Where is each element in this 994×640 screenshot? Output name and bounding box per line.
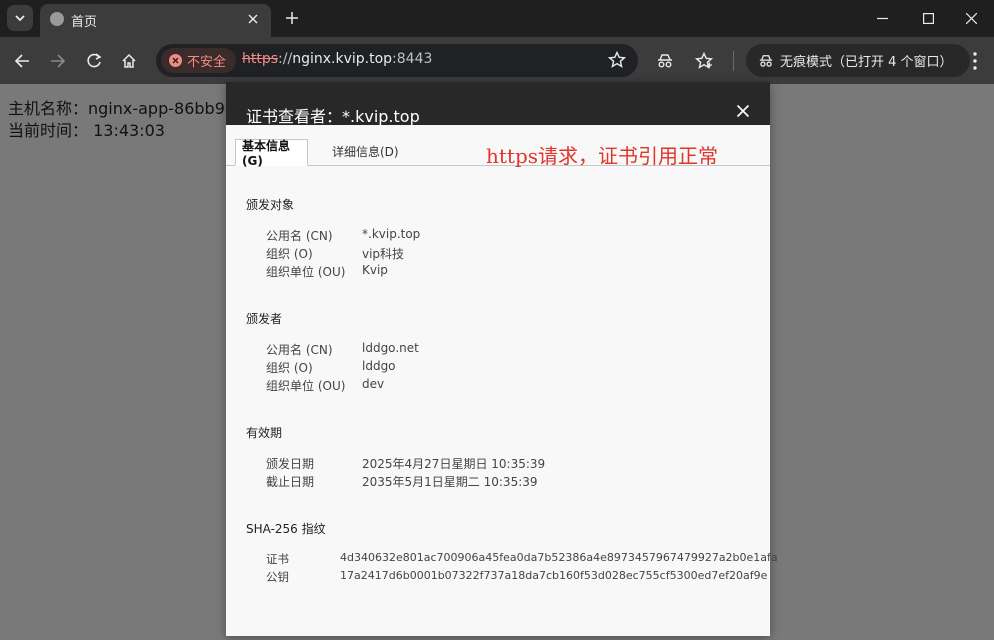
site-info-button[interactable]: 不安全 <box>161 48 237 73</box>
more-icon[interactable] <box>964 50 986 72</box>
validity-heading: 有效期 <box>246 426 283 440</box>
not-secure-label: 不安全 <box>187 55 227 70</box>
dialog-title: 证书查看者：*.kvip.top <box>246 107 420 126</box>
issued-by-o-value: lddgo <box>362 359 396 373</box>
tab-list-icon <box>15 15 25 22</box>
hostname-text: 主机名称：nginx-app-86bb9c <box>8 99 234 118</box>
url-separator: :// <box>278 51 293 67</box>
home-button[interactable] <box>118 50 140 72</box>
annotation-text: https请求，证书引用正常 <box>486 144 719 168</box>
tab-list-button[interactable] <box>7 5 33 31</box>
issued-to-heading: 颁发对象 <box>246 198 295 212</box>
home-icon <box>122 53 136 68</box>
tab-close-button[interactable] <box>245 11 261 27</box>
incognito-extension-button[interactable] <box>654 50 676 72</box>
issued-to-ou-label: 组织单位 (OU) <box>266 265 346 279</box>
minimize-icon <box>876 17 888 19</box>
pubkey-fingerprint-label: 公钥 <box>266 570 289 584</box>
globe-icon <box>50 12 64 26</box>
tab-title: 首页 <box>71 15 98 30</box>
maximize-button[interactable] <box>905 0 951 36</box>
plus-icon <box>286 12 298 24</box>
tab-details[interactable]: 详细信息(D) <box>326 139 405 164</box>
incognito-indicator[interactable]: 无痕模式（已打开 4 个窗口） <box>746 44 970 77</box>
bookmarks-button[interactable] <box>693 50 715 72</box>
tab-home[interactable]: 首页 <box>40 4 271 37</box>
url-text[interactable]: https://nginx.kvip.top:8443 <box>242 51 432 67</box>
minimize-button[interactable] <box>859 0 905 36</box>
url-host: nginx.kvip.top <box>292 51 393 67</box>
issued-to-cn-value: *.kvip.top <box>362 227 421 241</box>
browser-toolbar: 不安全 https://nginx.kvip.top:8443 无痕模式（已打开… <box>0 37 994 84</box>
address-bar[interactable]: 不安全 https://nginx.kvip.top:8443 <box>156 44 638 77</box>
issued-by-cn-value: lddgo.net <box>362 341 419 355</box>
certificate-viewer-dialog: 证书查看者：*.kvip.top 基本信息(G) 详细信息(D) https请求… <box>226 82 778 636</box>
close-window-button[interactable] <box>948 0 994 36</box>
incognito-icon <box>759 54 773 67</box>
cert-fingerprint-label: 证书 <box>266 552 289 566</box>
tab-strip: 首页 <box>0 0 994 37</box>
issued-to-o-value: vip科技 <box>362 247 405 261</box>
issued-by-cn-label: 公用名 (CN) <box>266 343 333 357</box>
issued-on-label: 颁发日期 <box>266 457 315 471</box>
issued-by-o-label: 组织 (O) <box>266 361 313 375</box>
dialog-header: 证书查看者：*.kvip.top <box>226 82 770 126</box>
forward-button[interactable] <box>47 50 69 72</box>
issued-to-cn-label: 公用名 (CN) <box>266 229 333 243</box>
warning-icon <box>169 54 182 67</box>
fingerprints-heading: SHA-256 指纹 <box>246 522 326 536</box>
issued-by-ou-label: 组织单位 (OU) <box>266 379 346 393</box>
issued-to-o-label: 组织 (O) <box>266 247 313 261</box>
issued-to-ou-value: Kvip <box>362 263 388 277</box>
tab-general[interactable]: 基本信息(G) <box>235 139 308 168</box>
issued-on-value: 2025年4月27日星期日 10:35:39 <box>362 457 546 471</box>
new-tab-button[interactable] <box>283 9 301 27</box>
close-icon[interactable] <box>736 104 750 118</box>
expires-on-label: 截止日期 <box>266 475 315 489</box>
reload-button[interactable] <box>83 50 105 72</box>
forward-icon <box>51 54 66 68</box>
maximize-icon <box>922 12 934 24</box>
expires-on-value: 2035年5月1日星期二 10:35:39 <box>362 475 538 489</box>
back-icon <box>14 54 29 68</box>
star-icon[interactable] <box>608 51 626 69</box>
url-scheme: https <box>242 51 279 67</box>
back-button[interactable] <box>11 50 33 72</box>
url-port: :8443 <box>392 51 433 67</box>
cert-fingerprint-value: 4d340632e801ac700906a45fea0da7b52386a4e8… <box>340 551 778 564</box>
close-icon <box>248 14 258 24</box>
toolbar-divider <box>733 51 734 71</box>
reload-icon <box>87 53 102 68</box>
incognito-label: 无痕模式（已打开 4 个窗口） <box>780 55 953 70</box>
pubkey-fingerprint-value: 17a2417d6b0001b07322f737a18da7cb160f53d0… <box>340 569 768 582</box>
current-time-text: 当前时间： 13:43:03 <box>8 121 165 140</box>
incognito-icon <box>658 54 672 68</box>
close-icon <box>965 12 977 24</box>
issued-by-ou-value: dev <box>362 377 385 391</box>
bookmark-star-icon <box>695 52 713 69</box>
issued-by-heading: 颁发者 <box>246 312 283 326</box>
